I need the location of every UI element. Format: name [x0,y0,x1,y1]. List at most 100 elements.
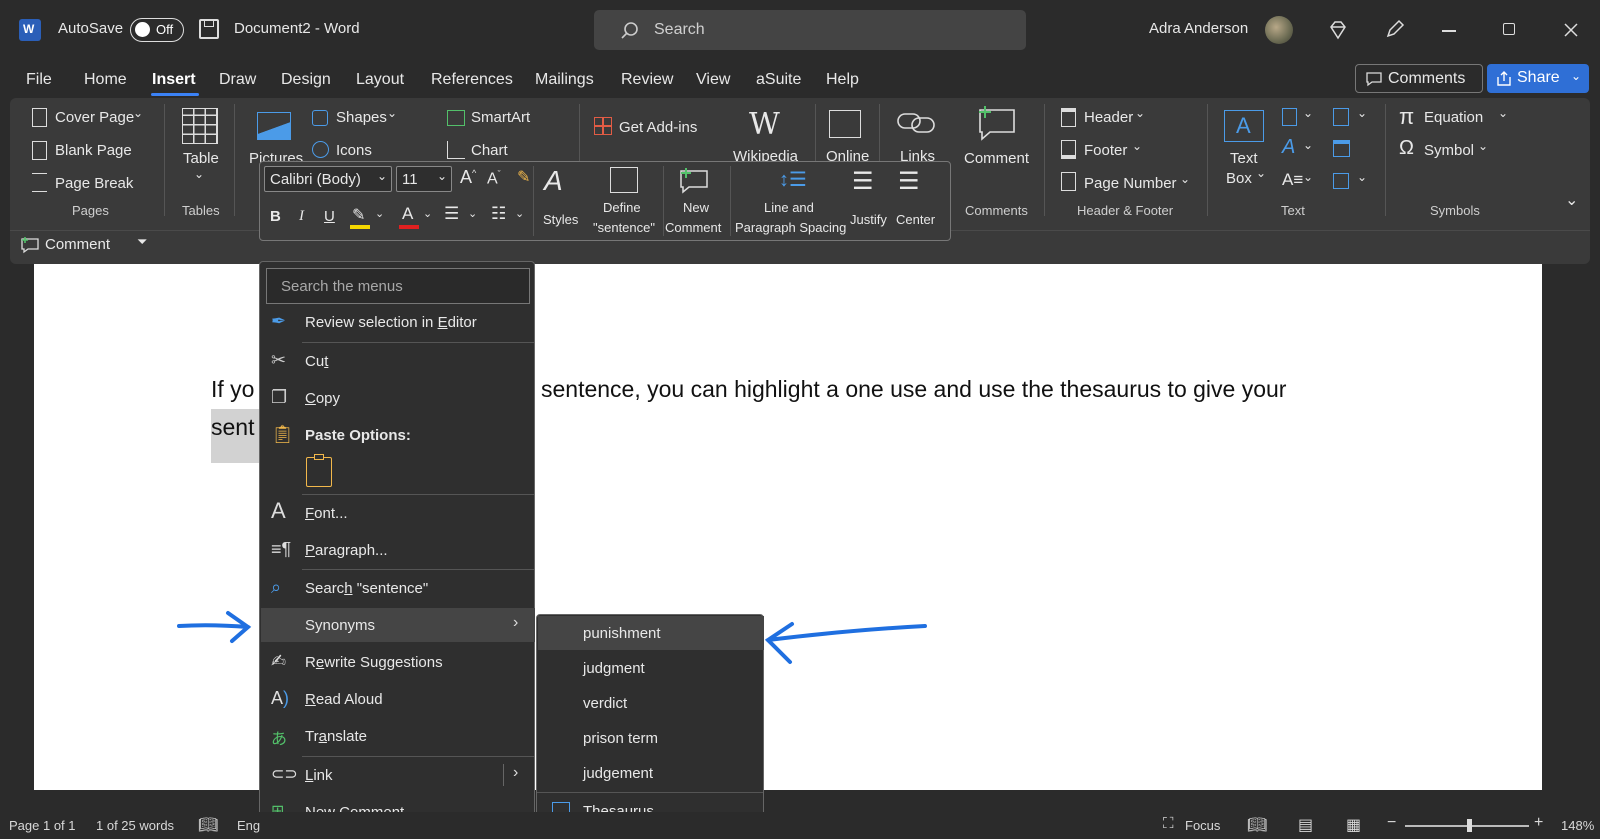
italic-icon[interactable]: I [299,208,304,225]
cover-page-button[interactable]: Cover Page [55,109,134,126]
drop-cap-icon[interactable]: A≡ [1282,170,1303,190]
justify-button[interactable]: Justify [850,212,887,227]
center-button[interactable]: Center [896,212,935,227]
focus-button[interactable]: Focus [1185,818,1220,833]
get-addins-button[interactable]: Get Add-ins [619,119,697,136]
tab-asuite[interactable]: aSuite [756,71,801,89]
smartart-button[interactable]: SmartArt [471,109,530,126]
page-break-button[interactable]: Page Break [55,175,133,192]
comments-button[interactable]: Comments [1355,64,1483,93]
diamond-icon[interactable] [1327,19,1349,41]
synonym-item[interactable]: prison term [538,721,764,755]
menu-item-review-selection[interactable]: ✒ Review selection in Editor [261,305,535,339]
document-text-line1-end[interactable]: sentence, you can highlight a one use an… [541,376,1286,403]
define-label-1[interactable]: Define [603,200,641,215]
menu-item-paragraph[interactable]: ≡¶ Paragraph... [261,533,535,567]
chevron-down-icon[interactable]: ⌄ [515,207,524,220]
styles-button[interactable]: Styles [543,212,578,227]
highlight-icon[interactable]: ✎ [352,205,365,225]
customize-quick-access-icon[interactable]: ⏷ [137,234,147,250]
synonym-item[interactable]: verdict [538,686,764,720]
chevron-down-icon[interactable]: ⌄ [1498,106,1508,120]
chevron-down-icon[interactable]: ⌄ [1478,139,1488,153]
tab-view[interactable]: View [696,71,730,89]
tab-references[interactable]: References [431,71,513,89]
chevron-down-icon[interactable]: ⌄ [1180,172,1190,186]
pictures-icon[interactable] [257,112,291,140]
menu-search-input[interactable]: Search the menus [266,268,530,304]
menu-item-font[interactable]: A Font... [261,496,535,530]
chevron-down-icon[interactable]: ⌄ [1256,166,1266,180]
shrink-font-icon[interactable]: Aˇ [487,169,501,188]
new-comment-label-1[interactable]: New [683,200,709,215]
chevron-down-icon[interactable]: ⌄ [387,106,397,120]
document-text-line1-start[interactable]: If yo [211,376,254,403]
comment-button[interactable]: Comment [964,150,1029,167]
zoom-in-icon[interactable]: + [1534,814,1543,832]
close-icon[interactable] [1563,22,1579,38]
restore-icon[interactable] [1503,23,1515,35]
quick-access-comment-button[interactable]: Comment [45,236,110,253]
web-layout-icon[interactable]: ▦ [1346,815,1361,835]
text-box-label-2[interactable]: Box [1226,170,1252,187]
online-video-icon[interactable] [829,110,861,138]
minimize-icon[interactable] [1442,30,1456,32]
chevron-down-icon[interactable]: ⌄ [375,207,384,220]
underline-icon[interactable]: U [324,208,335,225]
grow-font-icon[interactable]: A^ [460,167,476,188]
tab-draw[interactable]: Draw [219,71,256,89]
bold-icon[interactable]: B [270,208,281,225]
tab-home[interactable]: Home [84,71,127,89]
font-color-icon[interactable]: A [402,204,413,224]
font-size-select[interactable]: 11 ⌄ [396,166,452,192]
chevron-down-icon[interactable]: ⌄ [468,207,477,220]
zoom-slider[interactable] [1405,819,1529,832]
chart-button[interactable]: Chart [471,142,508,159]
line-spacing-label-2[interactable]: Paragraph Spacing [735,220,846,235]
zoom-out-icon[interactable]: − [1387,814,1396,832]
page-number-button[interactable]: Page Number [1084,175,1177,192]
menu-item-rewrite[interactable]: ✍ Rewrite Suggestions [261,645,535,679]
document-text-line2-start[interactable]: sent [211,414,254,441]
tab-layout[interactable]: Layout [356,71,404,89]
footer-button[interactable]: Footer [1084,142,1127,159]
text-box-label-1[interactable]: Text [1230,150,1258,167]
icons-button[interactable]: Icons [336,142,372,159]
chevron-down-icon[interactable]: ⌄ [1303,138,1313,152]
table-button[interactable]: Table [183,150,219,167]
synonym-item[interactable]: judgement [538,756,764,790]
shapes-button[interactable]: Shapes [336,109,387,126]
date-time-icon[interactable] [1333,140,1350,157]
numbering-icon[interactable]: ☷ [491,204,506,224]
menu-item-translate[interactable]: あ Translate [261,719,535,753]
chevron-down-icon[interactable]: ⌄ [1135,106,1145,120]
header-button[interactable]: Header [1084,109,1133,126]
menu-item-search[interactable]: ⌕ Search "sentence" [261,571,535,605]
focus-icon[interactable]: ⛶ [1163,815,1174,832]
font-name-select[interactable]: Calibri (Body) ⌄ [264,166,392,192]
line-spacing-icon[interactable]: ↕☰ [779,167,807,192]
justify-icon[interactable]: ☰ [852,167,874,196]
link-icon[interactable] [896,108,936,138]
proofing-icon[interactable]: 📖︎ [198,815,218,835]
signature-line-icon[interactable] [1333,108,1349,126]
pen-icon[interactable] [1384,18,1406,40]
synonym-item[interactable]: punishment [538,616,764,650]
blank-page-button[interactable]: Blank Page [55,142,132,159]
synonym-item[interactable]: judgment [538,651,764,685]
line-spacing-label-1[interactable]: Line and [764,200,814,215]
word-count[interactable]: 1 of 25 words [96,818,174,833]
chevron-right-icon[interactable]: › [513,764,518,782]
chevron-down-icon[interactable]: ⌄ [133,106,143,120]
tab-review[interactable]: Review [621,71,673,89]
format-painter-icon[interactable]: ✎ [517,167,530,187]
chevron-down-icon[interactable]: ⌄ [194,167,204,181]
chevron-down-icon[interactable]: ⌄ [423,207,432,220]
zoom-level[interactable]: 148% [1561,818,1594,833]
search-box[interactable]: Search [594,10,1026,50]
object-icon[interactable] [1333,173,1349,189]
paste-keep-source-icon[interactable] [306,454,332,487]
text-box-icon[interactable]: A [1224,110,1264,142]
user-name[interactable]: Adra Anderson [1149,20,1248,37]
chevron-down-icon[interactable]: ⌄ [1132,139,1142,153]
